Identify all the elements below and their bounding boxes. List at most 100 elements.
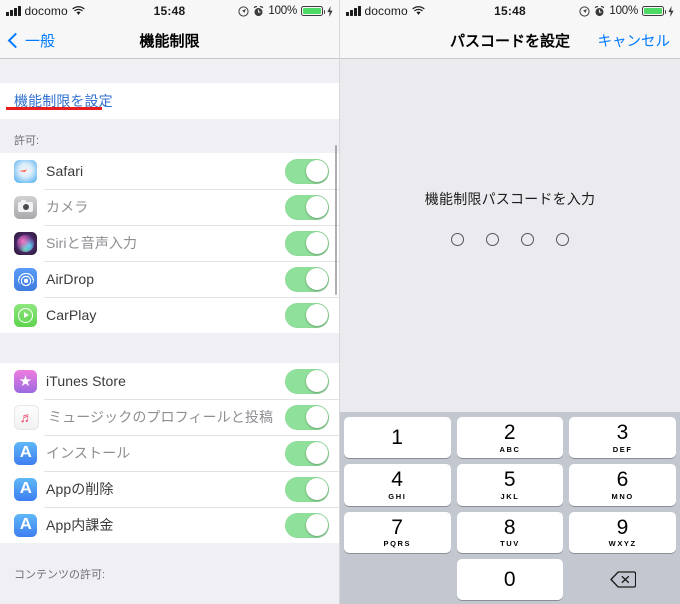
list-row-label: Safari (46, 163, 84, 179)
list-row-label: iTunes Store (46, 373, 127, 389)
back-button-label: 一般 (25, 32, 56, 50)
right-phone-screen: docomo 15:48 100% パスコードを設定 キャンセル 機能制限パスコ… (340, 0, 680, 604)
wifi-icon (72, 6, 85, 15)
key-1[interactable]: 1 (344, 417, 451, 459)
list-row-itunes-store[interactable]: ★ iTunes Store (0, 363, 339, 399)
toggle-siri[interactable] (285, 230, 329, 256)
airdrop-icon (14, 267, 37, 291)
battery-percent-label: 100% (268, 5, 297, 17)
location-services-icon (579, 5, 590, 17)
list-top-gap (0, 59, 339, 83)
key-letters: JKL (500, 491, 520, 501)
keypad-row: 1 2 ABC 3 DEF (344, 417, 677, 459)
list-row-label: カメラ (46, 199, 89, 215)
status-left-group: docomo (346, 4, 425, 18)
toggle-camera[interactable] (285, 194, 329, 220)
battery-percent-label: 100% (609, 5, 638, 17)
list-row-label: CarPlay (46, 307, 97, 323)
toggle-carplay[interactable] (285, 302, 329, 328)
list-row-in-app-purchase[interactable]: A App内課金 (0, 507, 339, 543)
passcode-dot (451, 233, 464, 246)
list-row-music-profile[interactable]: ♬ ミュージックのプロフィールと投稿 (0, 399, 339, 435)
wifi-icon (412, 6, 425, 15)
keypad-row: 7 PQRS 8 TUV 9 WXYZ (344, 511, 677, 553)
charging-bolt-icon (327, 5, 333, 17)
app-store-icon: A (14, 441, 37, 465)
toggle-install-apps[interactable] (285, 440, 329, 466)
key-digit: 1 (391, 426, 404, 450)
list-row-install-apps[interactable]: A インストール (0, 435, 339, 471)
nav-bar-right: パスコードを設定 キャンセル (340, 22, 680, 59)
list-row-camera[interactable]: カメラ (0, 189, 339, 225)
cancel-button[interactable]: キャンセル (598, 30, 680, 51)
key-3[interactable]: 3 DEF (569, 417, 677, 459)
key-digit: 7 (391, 515, 404, 539)
toggle-itunes-store[interactable] (285, 368, 329, 394)
keypad-row: 4 GHI 5 JKL 6 MNO (344, 464, 677, 506)
back-button[interactable]: 一般 (0, 30, 55, 51)
scroll-indicator[interactable] (334, 145, 337, 295)
section-gap-1 (0, 333, 339, 363)
key-5[interactable]: 5 JKL (456, 464, 564, 506)
keypad-row: 0 (344, 558, 676, 600)
red-annotation-underline (6, 107, 102, 110)
battery-icon (642, 5, 666, 17)
carrier-label: docomo (364, 4, 408, 18)
settings-list[interactable]: 機能制限を設定 許可: Safari カメラ Siriと音声入力 AirDrop… (0, 59, 339, 604)
list-row-delete-apps[interactable]: A Appの削除 (0, 471, 339, 507)
section-header-content-allowed: コンテンツの許可: (0, 543, 339, 587)
key-letters: PQRS (383, 539, 412, 549)
status-left-group: docomo (6, 4, 85, 18)
toggle-airdrop[interactable] (285, 266, 329, 292)
key-digit: 8 (503, 515, 517, 539)
key-0[interactable]: 0 (456, 558, 564, 600)
toggle-in-app-purchase[interactable] (285, 512, 329, 538)
list-row-label: インストール (46, 445, 131, 461)
music-icon: ♬ (14, 404, 39, 430)
left-phone-screen: docomo 15:48 100% 一般 機能制限 機能制限を設定 許可: Sa… (0, 0, 340, 604)
passcode-prompt: 機能制限パスコードを入力 (424, 191, 596, 207)
key-blank (344, 559, 451, 600)
list-row-siri[interactable]: Siriと音声入力 (0, 225, 339, 261)
siri-icon (14, 231, 37, 255)
list-row-label: AirDrop (46, 271, 95, 287)
delete-icon (610, 571, 636, 588)
list-row-safari[interactable]: Safari (0, 153, 339, 189)
signal-bars-icon (6, 6, 21, 16)
key-letters: DEF (612, 444, 633, 454)
status-bar-left: docomo 15:48 100% (0, 0, 339, 22)
toggle-music-profile[interactable] (285, 404, 329, 430)
alarm-clock-icon (595, 5, 605, 16)
nav-bar-left: 一般 機能制限 (0, 22, 339, 59)
key-6[interactable]: 6 MNO (569, 464, 677, 506)
set-restrictions-row[interactable]: 機能制限を設定 (0, 83, 339, 119)
key-letters: MNO (611, 491, 634, 501)
list-row-airdrop[interactable]: AirDrop (0, 261, 339, 297)
status-right-group: 100% (238, 5, 333, 17)
dual-screenshot-composite: docomo 15:48 100% 一般 機能制限 機能制限を設定 許可: Sa… (0, 0, 680, 604)
list-row-label: Appの削除 (46, 481, 114, 497)
key-9[interactable]: 9 WXYZ (569, 511, 677, 553)
toggle-delete-apps[interactable] (285, 476, 329, 502)
list-row-carplay[interactable]: CarPlay (0, 297, 339, 333)
list-row-label: ミュージックのプロフィールと投稿 (48, 409, 274, 425)
key-digit: 6 (616, 468, 629, 492)
key-4[interactable]: 4 GHI (344, 464, 451, 506)
key-7[interactable]: 7 PQRS (344, 511, 451, 553)
camera-icon (14, 195, 37, 219)
key-digit: 3 (616, 421, 629, 445)
key-delete[interactable] (569, 559, 676, 600)
safari-icon (14, 159, 37, 183)
itunes-store-icon: ★ (14, 369, 37, 393)
battery-icon (301, 5, 325, 17)
toggle-safari[interactable] (285, 158, 329, 184)
key-8[interactable]: 8 TUV (456, 511, 564, 553)
passcode-dot (556, 233, 569, 246)
signal-bars-icon (346, 6, 361, 16)
app-store-icon: A (14, 477, 37, 501)
key-digit: 9 (616, 515, 629, 539)
key-letters: ABC (499, 444, 521, 454)
key-2[interactable]: 2 ABC (456, 417, 564, 459)
passcode-entry-area: 機能制限パスコードを入力 (340, 59, 680, 412)
key-digit: 5 (503, 468, 517, 492)
